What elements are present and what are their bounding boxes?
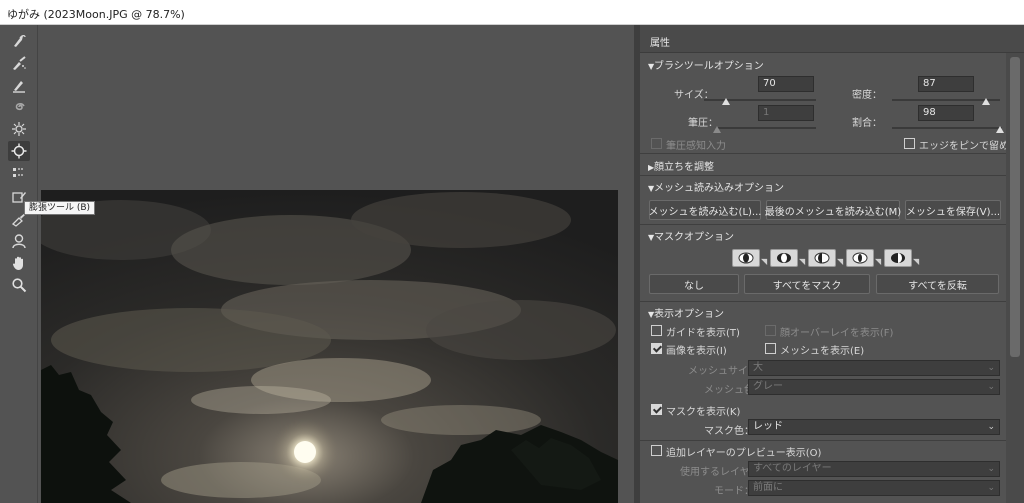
pressure-slider[interactable] [713, 125, 816, 135]
show-mesh-label: メッシュを表示(E) [780, 346, 865, 357]
panel-scrollbar[interactable] [1006, 53, 1024, 503]
rate-slider[interactable] [892, 125, 1004, 135]
window-title: ゆがみ (2023Moon.JPG @ 78.7%) [7, 8, 185, 21]
mask-option-caret-icon: ◥ [875, 257, 882, 266]
face-aware-header[interactable]: ▶顔立ちを調整 [640, 158, 1006, 176]
subtract-from-selection-icon[interactable] [808, 249, 836, 267]
mask-option-caret-icon: ◥ [799, 257, 806, 266]
pin-edges-label: エッジをピンで留める [919, 141, 1019, 152]
divider [640, 224, 1006, 225]
scrollbar-thumb[interactable] [1010, 57, 1020, 357]
show-mask-checkbox[interactable] [651, 404, 662, 415]
load-mesh-header[interactable]: ▼メッシュ読み込みオプション [640, 179, 1006, 197]
invert-selection-icon[interactable] [884, 249, 912, 267]
mask-option-caret-icon: ◥ [837, 257, 844, 266]
divider [640, 440, 1006, 441]
forward-warp-icon[interactable] [8, 31, 30, 51]
replace-selection-icon[interactable] [732, 249, 760, 267]
mask-color-label: マスク色： [704, 426, 754, 437]
tab-label: 属性 [650, 38, 670, 49]
mask-color-select[interactable]: レッド ⌄ [748, 419, 1000, 435]
chevron-down-icon: ⌄ [987, 483, 995, 493]
add-to-selection-icon[interactable] [770, 249, 798, 267]
density-label: 密度： [852, 90, 882, 101]
face-overlay-checkbox[interactable] [765, 325, 776, 336]
brush-options-header[interactable]: ▼ブラシツールオプション [640, 57, 1006, 75]
mode-select[interactable]: 前面に ⌄ [748, 480, 1000, 496]
tool-tooltip: 膨張ツール (B) [24, 201, 96, 215]
show-image-checkbox[interactable] [651, 343, 662, 354]
chevron-down-icon: ⌄ [987, 464, 995, 474]
divider [640, 175, 1006, 176]
twirl-icon[interactable] [8, 97, 30, 117]
mesh-color-select[interactable]: グレー ⌄ [748, 379, 1000, 395]
zoom-icon[interactable] [8, 275, 30, 295]
chevron-down-icon: ⌄ [987, 363, 995, 373]
collapse-triangle-icon: ▼ [648, 233, 655, 242]
face-tool-icon[interactable] [8, 231, 30, 251]
show-backdrop-checkbox[interactable] [651, 445, 662, 456]
save-mesh-button[interactable]: メッシュを保存(V)... [905, 200, 1001, 220]
pucker-icon[interactable] [8, 119, 30, 139]
density-slider-thumb[interactable] [981, 98, 990, 105]
show-mask-label: マスクを表示(K) [666, 407, 741, 418]
show-guides-label: ガイドを表示(T) [666, 328, 740, 339]
show-guides-checkbox[interactable] [651, 325, 662, 336]
chevron-down-icon: ⌄ [987, 422, 995, 432]
divider [640, 301, 1006, 302]
photo-preview[interactable] [41, 190, 618, 503]
mesh-size-select[interactable]: 大 ⌄ [748, 360, 1000, 376]
bloat-icon[interactable] [8, 141, 30, 161]
show-backdrop-label: 追加レイヤーのプレビュー表示(O) [666, 448, 822, 459]
collapse-triangle-icon: ▼ [648, 62, 655, 71]
load-mesh-button[interactable]: メッシュを読み込む(L)... [649, 200, 761, 220]
mask-option-caret-icon: ◥ [913, 257, 920, 266]
intersect-selection-icon[interactable] [846, 249, 874, 267]
divider [640, 153, 1006, 154]
invert-all-button[interactable]: すべてを反転 [876, 274, 999, 294]
mask-option-caret-icon: ◥ [761, 257, 768, 266]
density-input[interactable]: 87 [918, 76, 974, 92]
size-slider-thumb[interactable] [722, 98, 731, 105]
load-last-mesh-button[interactable]: 最後のメッシュを読み込む(M) [765, 200, 901, 220]
push-left-icon[interactable] [8, 163, 30, 183]
rate-input[interactable]: 98 [918, 105, 974, 121]
pressure-slider-thumb[interactable] [713, 126, 721, 133]
pin-edges-checkbox[interactable] [904, 138, 915, 149]
expand-triangle-icon: ▶ [648, 163, 655, 172]
size-input[interactable]: 70 [758, 76, 814, 92]
show-mesh-checkbox[interactable] [765, 343, 776, 354]
reconstruct-icon[interactable] [8, 53, 30, 73]
show-image-label: 画像を表示(I) [666, 346, 727, 357]
rate-label: 割合： [852, 118, 882, 129]
properties-panel: 属性 ▼ブラシツールオプション サイズ： 70 密度： 87 筆圧： 1 割合：… [640, 25, 1024, 503]
use-layer-select[interactable]: すべてのレイヤー ⌄ [748, 461, 1000, 477]
chevron-down-icon: ⌄ [987, 382, 995, 392]
hand-icon[interactable] [8, 253, 30, 273]
rate-slider-thumb[interactable] [995, 126, 1004, 133]
tool-palette: 膨張ツール (B) [0, 25, 96, 503]
mask-all-button[interactable]: すべてをマスク [744, 274, 870, 294]
view-options-header[interactable]: ▼表示オプション [640, 305, 1006, 323]
title-bar: ゆがみ (2023Moon.JPG @ 78.7%) [0, 0, 1024, 25]
pressure-input[interactable]: 1 [758, 105, 814, 121]
tab-properties[interactable]: 属性 [640, 25, 1024, 53]
collapse-triangle-icon: ▼ [648, 184, 655, 193]
stylus-pressure-checkbox[interactable] [651, 138, 662, 149]
smooth-icon[interactable] [8, 75, 30, 95]
mask-options-header[interactable]: ▼マスクオプション [640, 228, 1006, 246]
mask-none-button[interactable]: なし [649, 274, 739, 294]
collapse-triangle-icon: ▼ [648, 310, 655, 319]
stylus-pressure-label: 筆圧感知入力 [666, 141, 726, 152]
face-overlay-label: 顔オーバーレイを表示(F) [780, 328, 894, 339]
